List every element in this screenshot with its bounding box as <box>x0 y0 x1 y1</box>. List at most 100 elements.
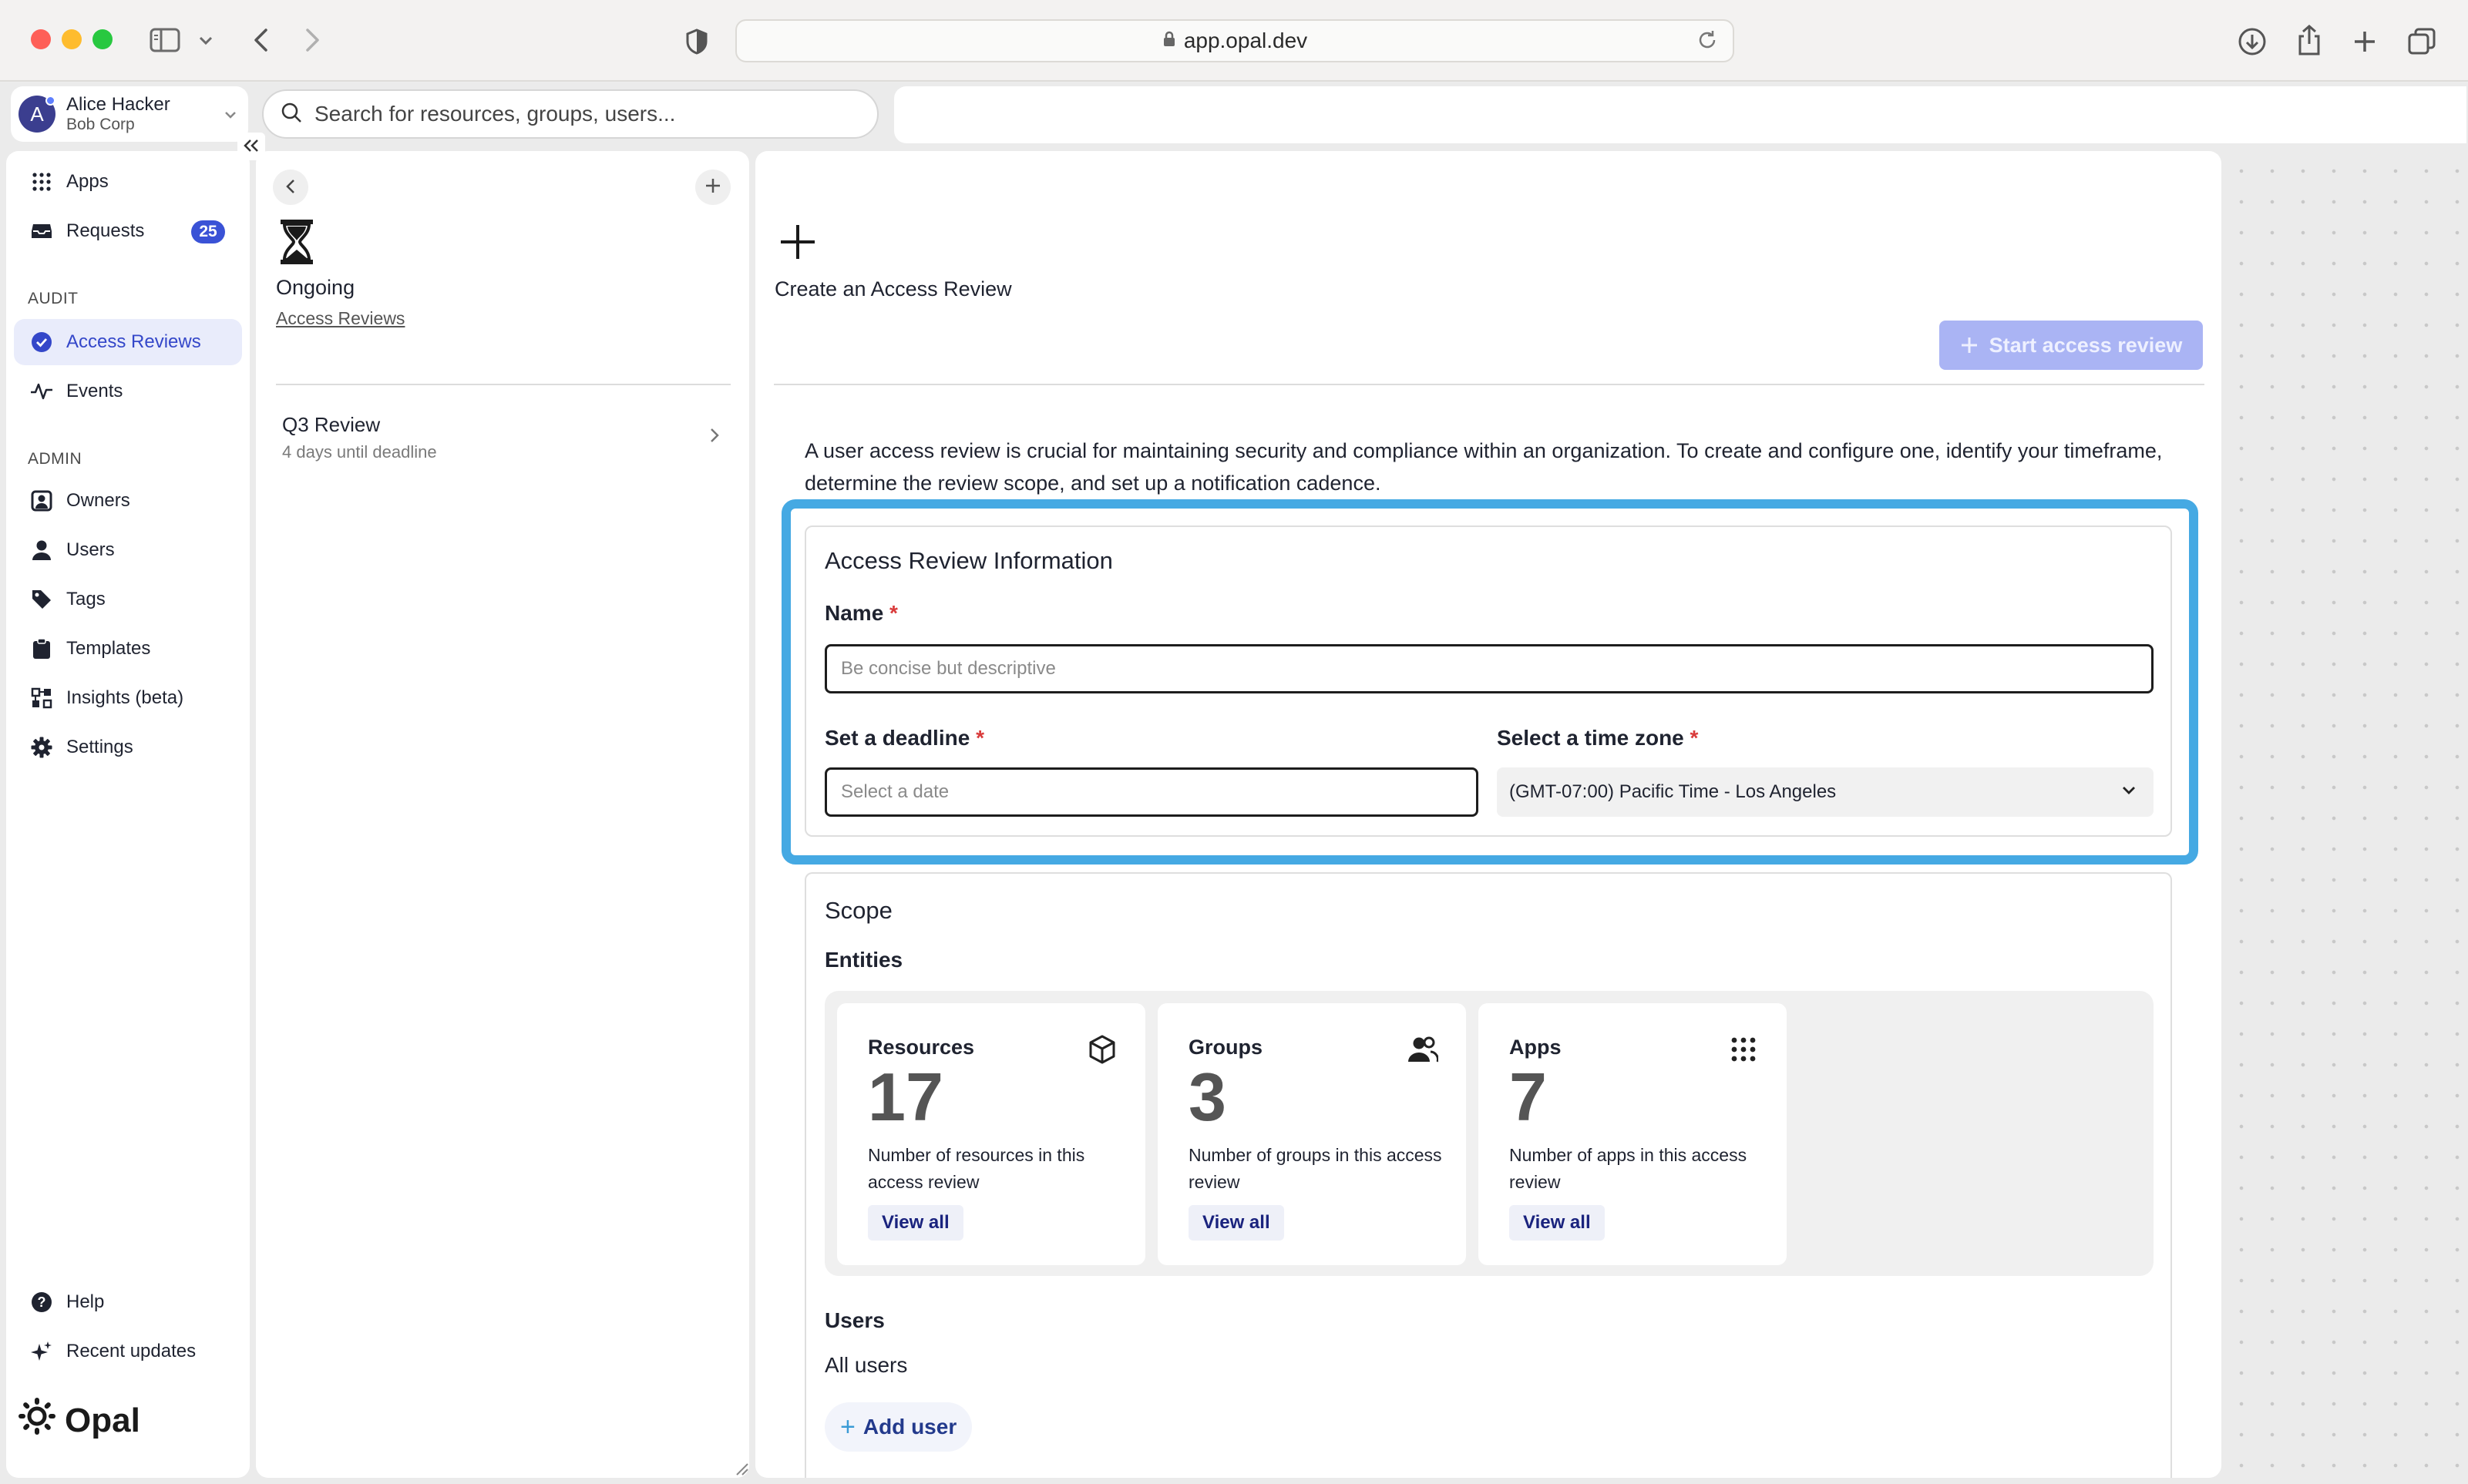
chevron-left-icon <box>285 175 296 200</box>
button-label: Start access review <box>1989 333 2183 357</box>
org-switcher[interactable]: A Alice Hacker Bob Corp <box>11 86 248 142</box>
minimize-window-button[interactable] <box>62 29 82 49</box>
divider <box>276 384 731 385</box>
opal-logo-text: Opal <box>65 1401 140 1439</box>
stat-name: Groups <box>1189 1036 1263 1059</box>
share-icon[interactable] <box>2292 22 2326 59</box>
avatar-initial: A <box>30 102 44 126</box>
sidebar-item-access-reviews[interactable]: Access Reviews <box>14 319 242 365</box>
sidebar-item-requests[interactable]: Requests 25 <box>14 208 242 254</box>
opal-logo: Opal <box>17 1396 140 1445</box>
review-name: Q3 Review <box>282 413 381 436</box>
view-all-resources-button[interactable]: View all <box>868 1205 963 1241</box>
chevron-down-icon[interactable] <box>194 29 217 52</box>
entities-label: Entities <box>825 948 903 972</box>
entities-summary: Resources 17 Number of resources in this… <box>825 991 2154 1276</box>
url-bar[interactable]: app.opal.dev <box>735 19 1734 62</box>
breadcrumb[interactable]: Access Reviews <box>276 308 405 329</box>
top-bar <box>894 86 2466 143</box>
sidebar-item-label: Access Reviews <box>66 331 201 352</box>
inbox-icon <box>29 219 54 243</box>
sidebar-item-label: Users <box>66 539 115 560</box>
resize-handle[interactable] <box>734 1461 749 1476</box>
help-icon: ? <box>29 1290 54 1314</box>
stat-description: Number of resources in this access revie… <box>868 1145 1085 1192</box>
stat-name: Resources <box>868 1036 975 1059</box>
divider <box>774 384 2204 385</box>
sidebar-item-apps[interactable]: Apps <box>14 159 242 205</box>
list-title: Ongoing <box>276 276 355 299</box>
sidebar-item-help[interactable]: ? Help <box>14 1279 242 1325</box>
browser-toolbar: app.opal.dev <box>0 0 2468 82</box>
add-user-button[interactable]: + Add user <box>825 1402 973 1452</box>
sidebar-item-templates[interactable]: Templates <box>14 626 242 672</box>
close-window-button[interactable] <box>31 29 51 49</box>
plus-icon <box>1960 336 1979 354</box>
resources-stat-card: Resources 17 Number of resources in this… <box>837 1003 1145 1265</box>
reload-icon[interactable] <box>1696 29 1719 57</box>
groups-stat-card: Groups 3 Number of groups in this access… <box>1158 1003 1466 1265</box>
clipboard-icon <box>29 636 54 661</box>
stat-count: 3 <box>1189 1059 1226 1135</box>
sidebar-item-users[interactable]: Users <box>14 527 242 573</box>
users-icon <box>1407 1034 1438 1065</box>
hourglass-icon <box>279 219 314 269</box>
svg-text:?: ? <box>38 1294 46 1310</box>
view-all-apps-button[interactable]: View all <box>1509 1205 1605 1241</box>
sidebar-item-recent-updates[interactable]: Recent updates <box>14 1328 242 1375</box>
insights-icon <box>29 686 54 710</box>
sidebar-item-label: Events <box>66 381 123 401</box>
sidebar-item-label: Settings <box>66 737 133 757</box>
search-icon <box>281 102 302 127</box>
sidebar-item-tags[interactable]: Tags <box>14 576 242 623</box>
global-search[interactable] <box>262 89 879 139</box>
grid-icon <box>1728 1034 1759 1065</box>
start-access-review-button[interactable]: Start access review <box>1939 321 2203 370</box>
nav-section-audit: AUDIT <box>28 290 79 307</box>
page-title: Create an Access Review <box>775 277 1012 300</box>
avatar-status-dot <box>45 96 55 106</box>
list-item[interactable]: Q3 Review 4 days until deadline <box>276 402 731 472</box>
search-input[interactable] <box>314 102 854 126</box>
stat-description: Number of apps in this access review <box>1509 1145 1747 1192</box>
view-all-groups-button[interactable]: View all <box>1189 1205 1284 1241</box>
sidebar-item-label: Insights (beta) <box>66 687 184 708</box>
plus-icon: + <box>840 1412 856 1442</box>
back-button[interactable] <box>273 170 308 205</box>
download-icon[interactable] <box>2235 25 2269 59</box>
forward-icon[interactable] <box>298 25 328 55</box>
cube-icon <box>1087 1034 1118 1065</box>
card-title: Scope <box>825 897 893 924</box>
focus-highlight-frame <box>782 499 2198 865</box>
review-deadline: 4 days until deadline <box>282 442 437 462</box>
tabs-icon[interactable] <box>2405 25 2439 59</box>
avatar: A <box>18 96 55 133</box>
sidebar-item-insights[interactable]: Insights (beta) <box>14 675 242 721</box>
sidebar-item-settings[interactable]: Settings <box>14 724 242 771</box>
url-text: app.opal.dev <box>1183 29 1308 52</box>
owner-icon <box>29 489 54 513</box>
back-icon[interactable] <box>245 25 276 55</box>
add-review-button[interactable] <box>695 170 731 205</box>
chevron-right-icon <box>709 425 720 449</box>
sidebar-item-label: Recent updates <box>66 1341 197 1361</box>
sidebar-icon[interactable] <box>148 25 182 55</box>
sidebar-item-events[interactable]: Events <box>14 368 242 415</box>
intro-description: A user access review is crucial for main… <box>805 439 2163 495</box>
users-label: Users <box>825 1308 885 1332</box>
stat-count: 7 <box>1509 1059 1547 1135</box>
chevron-down-icon <box>224 109 237 123</box>
button-label: Add user <box>862 1415 957 1439</box>
gear-icon <box>29 735 54 760</box>
sidebar-item-owners[interactable]: Owners <box>14 478 242 524</box>
users-value: All users <box>825 1353 908 1377</box>
zoom-window-button[interactable] <box>92 29 113 49</box>
sparkle-icon <box>29 1339 54 1364</box>
left-sidebar: Apps Requests 25 AUDIT Access Reviews Ev… <box>6 151 250 1478</box>
sidebar-item-label: Templates <box>66 638 151 659</box>
shield-icon[interactable] <box>681 26 712 57</box>
new-tab-icon[interactable] <box>2348 25 2382 59</box>
activity-icon <box>29 379 54 404</box>
reviews-list-panel: Ongoing Access Reviews Q3 Review 4 days … <box>256 151 749 1478</box>
opal-logo-icon <box>17 1396 57 1445</box>
